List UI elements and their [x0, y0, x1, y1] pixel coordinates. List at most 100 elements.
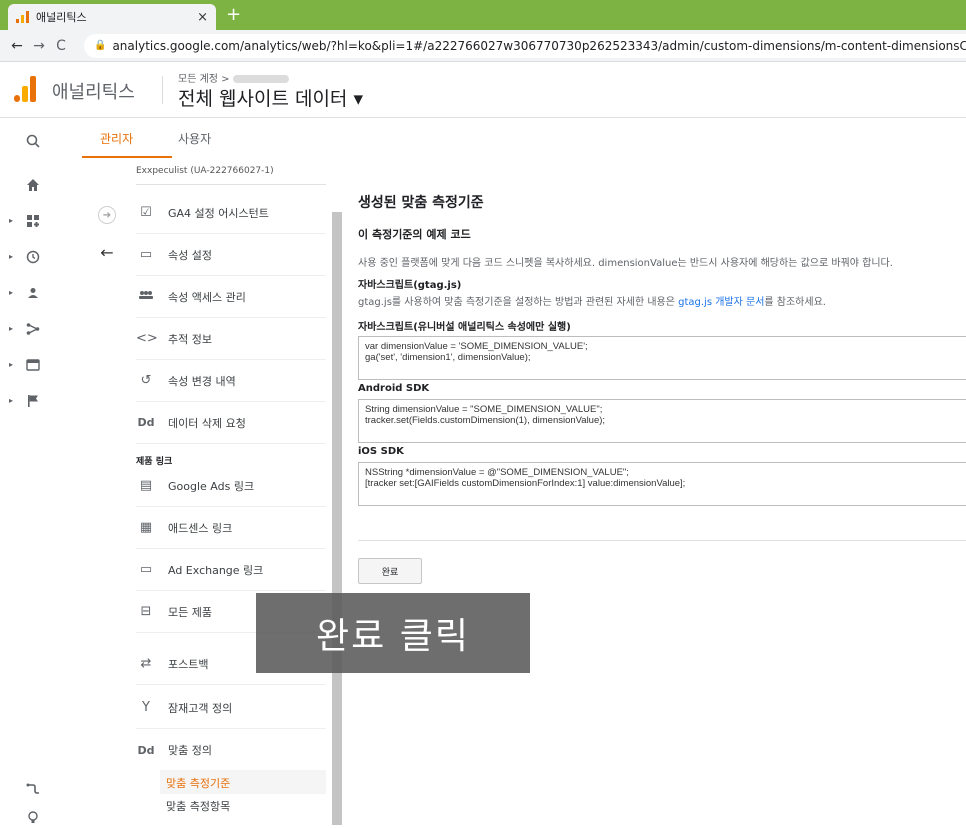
- android-code-box[interactable]: String dimensionValue = "SOME_DIMENSION_…: [358, 399, 966, 443]
- search-icon[interactable]: [24, 134, 42, 152]
- admin-tabs: 관리자 사용자: [66, 118, 966, 158]
- home-icon[interactable]: [24, 178, 42, 196]
- overlay-caption: 완료 클릭: [256, 593, 530, 673]
- checkbox-icon: ☑: [140, 205, 152, 220]
- dd-icon: Dd: [137, 743, 155, 757]
- browser-tab-strip: 애널리틱스 × +: [0, 0, 966, 30]
- caret-right-icon[interactable]: ▸: [9, 396, 13, 405]
- property-admin-nav: Exxpeculist (UA-222766027-1) ☑ GA4 설정 어시…: [120, 160, 342, 825]
- url-input[interactable]: 🔒 analytics.google.com/analytics/web/?hl…: [84, 33, 966, 58]
- android-heading: Android SDK: [358, 383, 430, 394]
- collapse-arrow-icon[interactable]: ←: [98, 244, 116, 262]
- adsense-icon: ▦: [139, 520, 153, 535]
- adexchange-icon: ▭: [139, 562, 153, 577]
- done-button[interactable]: 완료: [358, 558, 422, 584]
- nav-item-audience-definitions[interactable]: Y 잠재고객 정의: [136, 687, 326, 729]
- new-tab-button[interactable]: +: [226, 4, 241, 26]
- property-icon: ▭: [139, 247, 153, 262]
- nav-item-label: Ad Exchange 링크: [168, 563, 264, 577]
- forward-arrow-icon[interactable]: →: [28, 38, 50, 54]
- page-title: 생성된 맞춤 측정기준: [358, 195, 484, 211]
- blurred-account-name: [232, 75, 289, 83]
- forward-circle-icon[interactable]: ➔: [98, 206, 116, 224]
- product-name: 애널리틱스: [52, 82, 135, 103]
- subitem-custom-metrics[interactable]: 맞춤 측정항목: [166, 798, 230, 814]
- nav-item-label: GA4 설정 어시스턴트: [168, 206, 269, 220]
- behavior-icon[interactable]: [24, 358, 42, 376]
- js-heading: 자바스크립트(유니버설 애널리틱스 속성에만 실행): [358, 322, 571, 333]
- analytics-logo-icon: [14, 76, 36, 102]
- nav-item-data-deletion[interactable]: Dd 데이터 삭제 요청: [136, 402, 326, 444]
- js-code-box[interactable]: var dimensionValue = 'SOME_DIMENSION_VAL…: [358, 336, 966, 380]
- nav-item-tracking-info[interactable]: <> 추적 정보: [136, 318, 326, 360]
- analytics-favicon-icon: [16, 11, 30, 23]
- nav-cut-off-text: Exxpeculist (UA-222766027-1): [136, 166, 274, 176]
- code-icon: <>: [136, 331, 158, 346]
- browser-tab[interactable]: 애널리틱스 ×: [8, 4, 216, 30]
- tab-close-icon[interactable]: ×: [197, 10, 208, 25]
- acquisition-icon[interactable]: [24, 322, 42, 340]
- caret-right-icon[interactable]: ▸: [9, 360, 13, 369]
- nav-item-adexchange-link[interactable]: ▭ Ad Exchange 링크: [136, 549, 326, 591]
- ios-code-box[interactable]: NSString *dimensionValue = @"SOME_DIMENS…: [358, 462, 966, 506]
- browser-tab-title: 애널리틱스: [36, 11, 87, 24]
- tab-user[interactable]: 사용자: [178, 130, 211, 147]
- content-divider: [358, 540, 966, 541]
- customization-icon[interactable]: [24, 214, 42, 232]
- ga-header: 애널리틱스 모든 계정 > 전체 웹사이트 데이터 ▾: [0, 62, 966, 118]
- nav-item-property-settings[interactable]: ▭ 속성 설정: [136, 234, 326, 276]
- nav-item-label: 데이터 삭제 요청: [168, 416, 246, 430]
- header-divider: [162, 76, 163, 104]
- nav-item-custom-definitions[interactable]: Dd 맞춤 정의: [136, 729, 326, 771]
- nav-item-label: 추적 정보: [168, 332, 212, 346]
- nav-item-google-ads-link[interactable]: ▤ Google Ads 링크: [136, 465, 326, 507]
- subitem-custom-dimensions[interactable]: 맞춤 측정기준: [166, 775, 230, 791]
- attribution-icon[interactable]: [24, 782, 42, 800]
- nav-divider: [136, 184, 326, 185]
- nav-item-label: 속성 변경 내역: [168, 374, 236, 388]
- person-icon[interactable]: [24, 286, 42, 304]
- gtag-heading: 자바스크립트(gtag.js): [358, 280, 462, 291]
- lock-icon: 🔒: [94, 40, 107, 51]
- nav-column-controls: ➔ ←: [90, 160, 120, 825]
- nav-item-label: Google Ads 링크: [168, 479, 255, 493]
- caret-right-icon[interactable]: ▸: [9, 216, 13, 225]
- nav-item-ga4-setup-assistant[interactable]: ☑ GA4 설정 어시스턴트: [136, 192, 326, 234]
- people-icon: [136, 289, 156, 304]
- address-bar-row: ← → C 🔒 analytics.google.com/analytics/w…: [0, 30, 966, 62]
- back-arrow-icon[interactable]: ←: [6, 38, 28, 54]
- lightbulb-icon[interactable]: [24, 810, 42, 828]
- nav-item-label: 속성 설정: [168, 248, 212, 262]
- caret-right-icon[interactable]: ▸: [9, 252, 13, 261]
- nav-item-label: 포스트백: [168, 657, 209, 671]
- account-breadcrumb[interactable]: 모든 계정 >: [178, 70, 289, 85]
- gtag-desc-prefix: gtag.js를 사용하여 맞춤 측정기준을 설정하는 방법과 관련된 자세한 …: [358, 297, 679, 308]
- dd-icon: Dd: [137, 416, 155, 429]
- clock-icon[interactable]: [24, 250, 42, 268]
- nav-item-property-access[interactable]: 속성 액세스 관리: [136, 276, 326, 318]
- nav-item-label: 속성 액세스 관리: [168, 290, 246, 304]
- gtag-docs-link[interactable]: gtag.js 개발자 문서: [678, 297, 764, 308]
- flag-icon[interactable]: [24, 394, 42, 412]
- tab-admin[interactable]: 관리자: [100, 130, 133, 147]
- nav-item-label: 모든 제품: [168, 605, 212, 619]
- ads-icon: ▤: [139, 478, 153, 493]
- url-text: analytics.google.com/analytics/web/?hl=k…: [112, 38, 966, 53]
- ios-heading: iOS SDK: [358, 446, 404, 457]
- reload-icon[interactable]: C: [50, 38, 72, 54]
- gtag-description: gtag.js를 사용하여 맞춤 측정기준을 설정하는 방법과 관련된 자세한 …: [358, 293, 826, 308]
- nav-item-label: 맞춤 정의: [168, 744, 212, 757]
- caret-right-icon[interactable]: ▸: [9, 288, 13, 297]
- active-tab-indicator: [82, 156, 172, 158]
- nav-item-label: 애드센스 링크: [168, 521, 233, 535]
- caret-right-icon[interactable]: ▸: [9, 324, 13, 333]
- example-code-heading: 이 측정기준의 예제 코드: [358, 228, 471, 241]
- property-selector[interactable]: 전체 웹사이트 데이터 ▾: [178, 84, 363, 111]
- nav-item-change-history[interactable]: ↺ 속성 변경 내역: [136, 360, 326, 402]
- link-icon: ⊟: [140, 604, 152, 619]
- audience-icon: Y: [142, 700, 150, 715]
- instructions-text: 사용 중인 플랫폼에 맞게 다음 코드 스니펫을 복사하세요. dimensio…: [358, 258, 893, 269]
- nav-scrollbar[interactable]: [332, 212, 342, 825]
- nav-item-adsense-link[interactable]: ▦ 애드센스 링크: [136, 507, 326, 549]
- main-content: 생성된 맞춤 측정기준 이 측정기준의 예제 코드 사용 중인 플랫폼에 맞게 …: [358, 160, 966, 825]
